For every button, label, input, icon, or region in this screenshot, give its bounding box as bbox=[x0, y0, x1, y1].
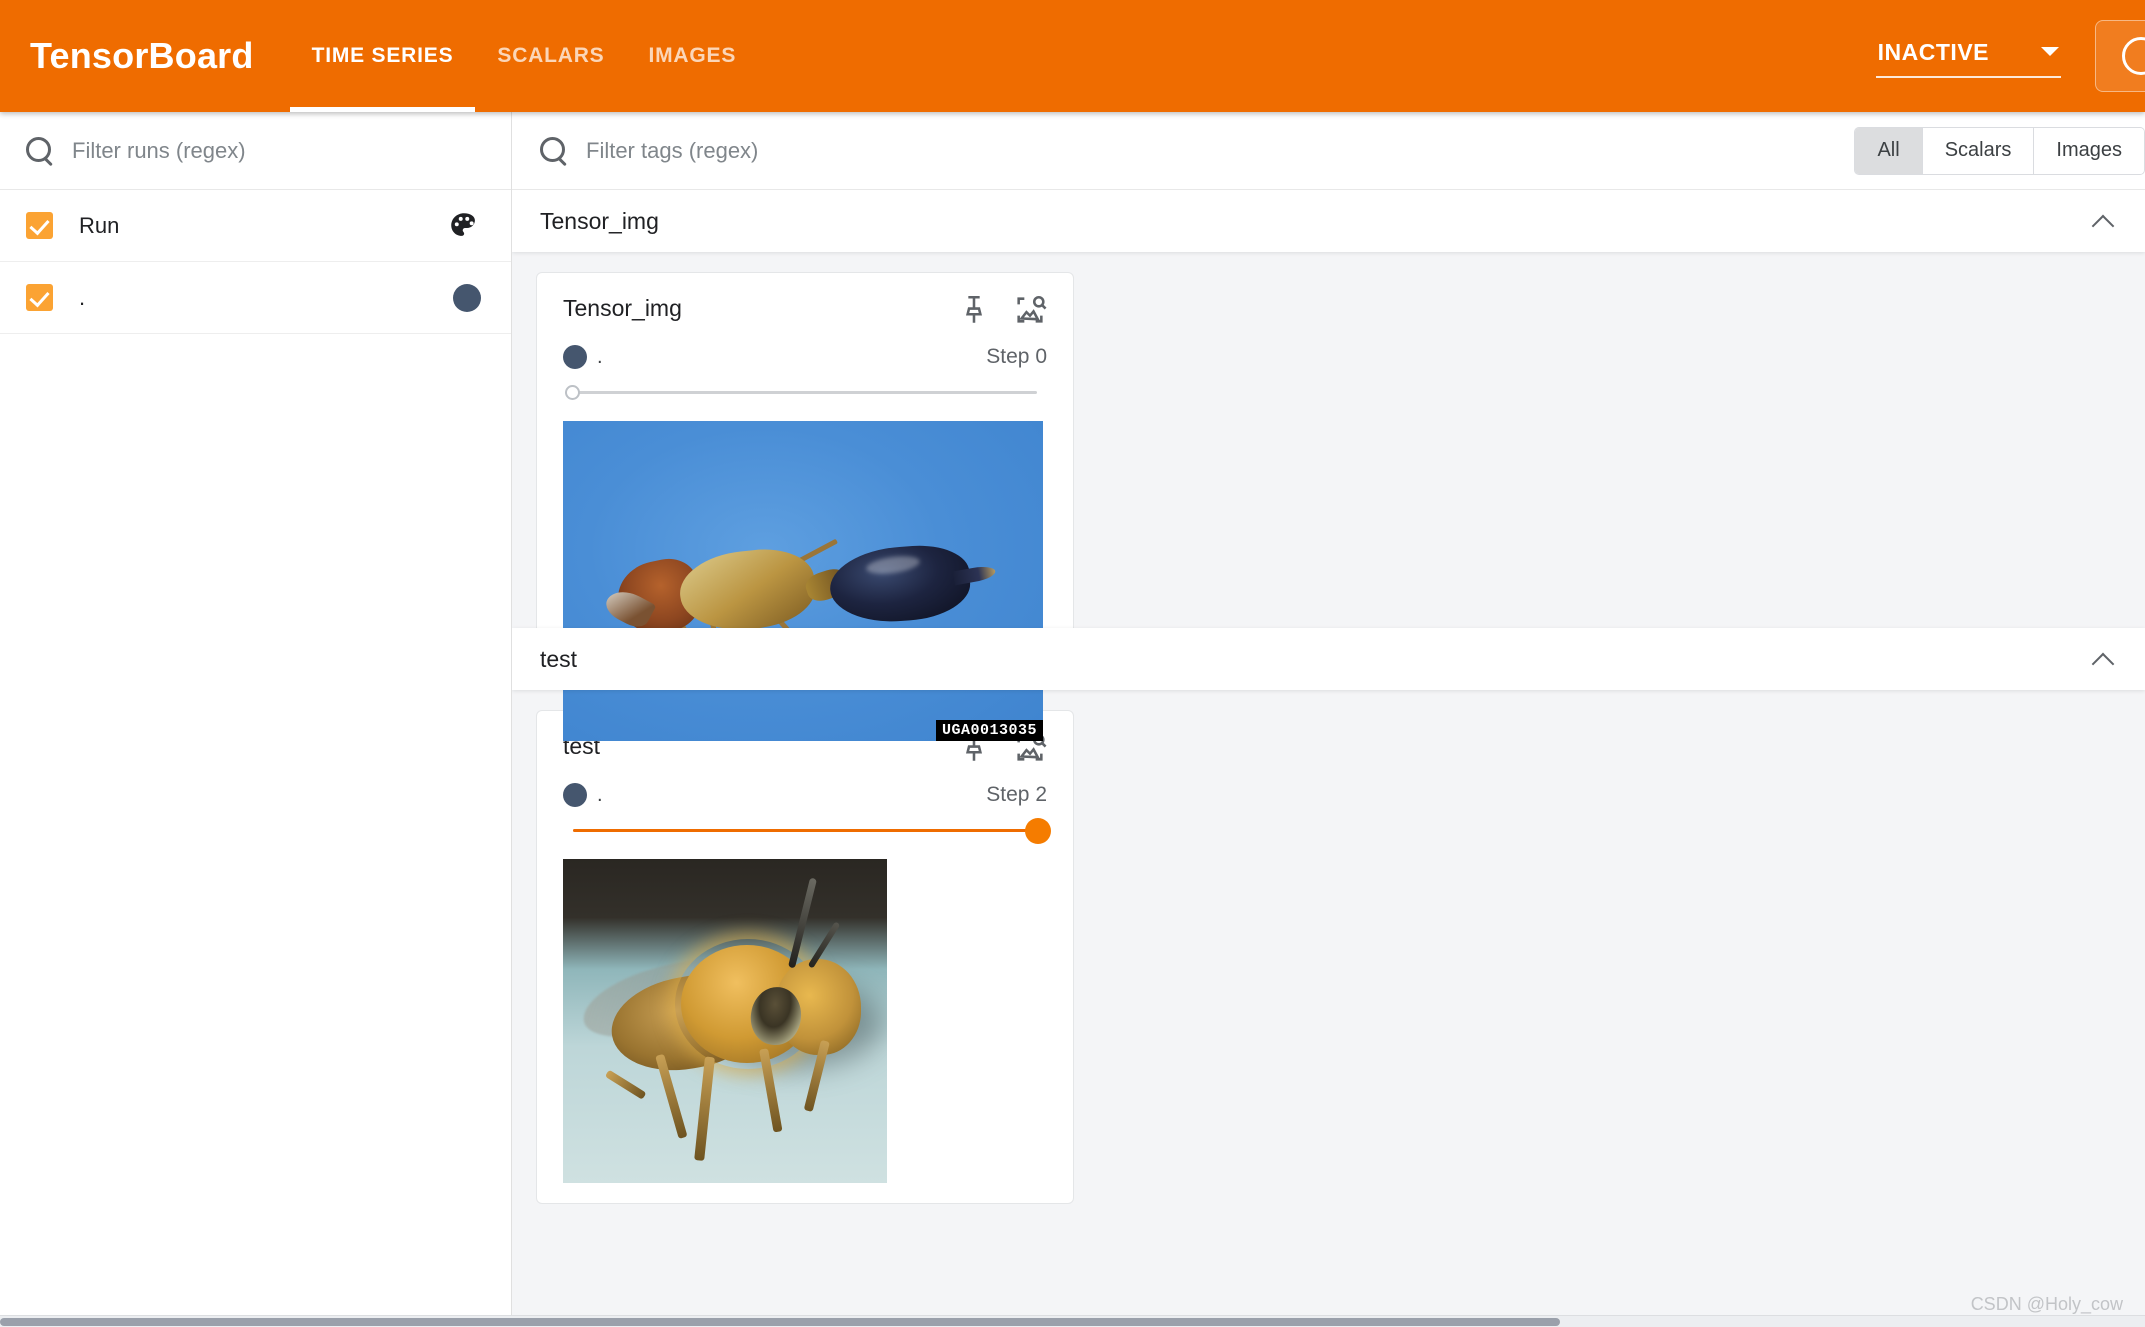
bee-antenna bbox=[788, 878, 817, 969]
plugin-type-toggle-group: All Scalars Images bbox=[1854, 127, 2145, 175]
scrollbar-thumb[interactable] bbox=[0, 1318, 1560, 1326]
ant-figure bbox=[618, 541, 948, 636]
toggle-images[interactable]: Images bbox=[2034, 128, 2144, 174]
reload-status-value: INACTIVE bbox=[1878, 39, 1989, 66]
app-brand: TensorBoard bbox=[0, 0, 290, 112]
tab-time-series-label: TIME SERIES bbox=[312, 44, 454, 68]
section-title: Tensor_img bbox=[540, 208, 2093, 235]
slider-thumb[interactable] bbox=[1025, 818, 1051, 844]
tab-images-label: IMAGES bbox=[649, 44, 737, 68]
runs-header-row[interactable]: Run bbox=[0, 190, 511, 262]
card-run-line: . Step 0 bbox=[563, 345, 1047, 369]
run-color-swatch bbox=[563, 783, 587, 807]
card-run-name: . bbox=[597, 352, 976, 362]
body-wrapper: Run . All Scalars bbox=[0, 112, 2145, 1327]
tab-time-series[interactable]: TIME SERIES bbox=[290, 0, 476, 112]
section-header-tensor-img[interactable]: Tensor_img bbox=[512, 190, 2145, 252]
run-color-swatch bbox=[563, 345, 587, 369]
app-header: TensorBoard TIME SERIES SCALARS IMAGES I… bbox=[0, 0, 2145, 112]
card-header: Tensor_img bbox=[563, 295, 1047, 327]
image-card: test bbox=[536, 710, 1074, 1204]
main-content-pane: All Scalars Images Tensor_img Tensor_i bbox=[512, 112, 2145, 1327]
filter-runs-input[interactable] bbox=[72, 138, 485, 164]
header-spacer bbox=[758, 0, 1876, 112]
section-title: test bbox=[540, 646, 2093, 673]
section-cards-test: test bbox=[512, 690, 2145, 1204]
pin-icon[interactable] bbox=[957, 293, 991, 327]
search-icon bbox=[540, 137, 568, 165]
toggle-images-label: Images bbox=[2056, 139, 2122, 162]
card-image-frame bbox=[563, 859, 1047, 1183]
toggle-all-label: All bbox=[1877, 139, 1899, 162]
step-label: Step 2 bbox=[986, 783, 1047, 807]
run-color-swatch bbox=[453, 284, 481, 312]
slider-fill bbox=[573, 829, 1041, 832]
tab-images[interactable]: IMAGES bbox=[627, 0, 759, 112]
refresh-button[interactable] bbox=[2095, 20, 2145, 92]
run-item-label: . bbox=[79, 292, 427, 304]
card-image-frame: UGA0013035 bbox=[563, 421, 1047, 741]
step-slider[interactable] bbox=[563, 375, 1047, 409]
run-item-row[interactable]: . bbox=[0, 262, 511, 334]
section-header-test[interactable]: test bbox=[512, 628, 2145, 690]
tab-scalars[interactable]: SCALARS bbox=[475, 0, 626, 112]
toggle-all-runs-checkbox[interactable] bbox=[26, 212, 53, 239]
refresh-icon bbox=[2122, 37, 2145, 75]
chevron-down-icon bbox=[2041, 47, 2059, 56]
image-watermark: UGA0013035 bbox=[936, 720, 1043, 741]
toggle-scalars-label: Scalars bbox=[1945, 139, 2012, 162]
step-slider[interactable] bbox=[563, 813, 1047, 847]
bee-photo bbox=[563, 859, 887, 1183]
filter-tags-input[interactable] bbox=[586, 138, 1836, 164]
palette-icon[interactable] bbox=[447, 209, 481, 243]
card-actions bbox=[957, 293, 1047, 327]
ant-gaster bbox=[828, 542, 973, 626]
slider-thumb[interactable] bbox=[565, 385, 580, 400]
image-search-icon[interactable] bbox=[1013, 293, 1047, 327]
bee-leg bbox=[694, 1056, 715, 1160]
tab-scalars-label: SCALARS bbox=[497, 44, 604, 68]
main-nav-tabs: TIME SERIES SCALARS IMAGES bbox=[290, 0, 759, 112]
chevron-up-icon[interactable] bbox=[2093, 210, 2115, 232]
reload-status-select[interactable]: INACTIVE bbox=[1876, 35, 2061, 78]
section-cards-tensor-img: Tensor_img bbox=[512, 252, 2145, 628]
header-actions: INACTIVE bbox=[1876, 0, 2145, 112]
slider-track bbox=[573, 391, 1037, 394]
ant-thorax bbox=[676, 544, 818, 636]
search-icon bbox=[26, 137, 54, 165]
bee-leg bbox=[605, 1070, 647, 1100]
card-run-name: . bbox=[597, 790, 976, 800]
runs-header-label: Run bbox=[79, 213, 421, 239]
card-run-line: . Step 2 bbox=[563, 783, 1047, 807]
chevron-up-icon[interactable] bbox=[2093, 648, 2115, 670]
step-label: Step 0 bbox=[986, 345, 1047, 369]
tag-filter-bar: All Scalars Images bbox=[512, 112, 2145, 190]
card-title: Tensor_img bbox=[563, 295, 957, 322]
runs-sidebar: Run . bbox=[0, 112, 512, 1327]
ant-photo: UGA0013035 bbox=[563, 421, 1043, 741]
horizontal-scrollbar[interactable] bbox=[0, 1315, 2145, 1327]
run-checkbox[interactable] bbox=[26, 284, 53, 311]
run-filter-row bbox=[0, 112, 511, 190]
toggle-scalars[interactable]: Scalars bbox=[1923, 128, 2035, 174]
toggle-all[interactable]: All bbox=[1855, 128, 1922, 174]
cards-scroll-area[interactable]: Tensor_img Tensor_img bbox=[512, 190, 2145, 1327]
